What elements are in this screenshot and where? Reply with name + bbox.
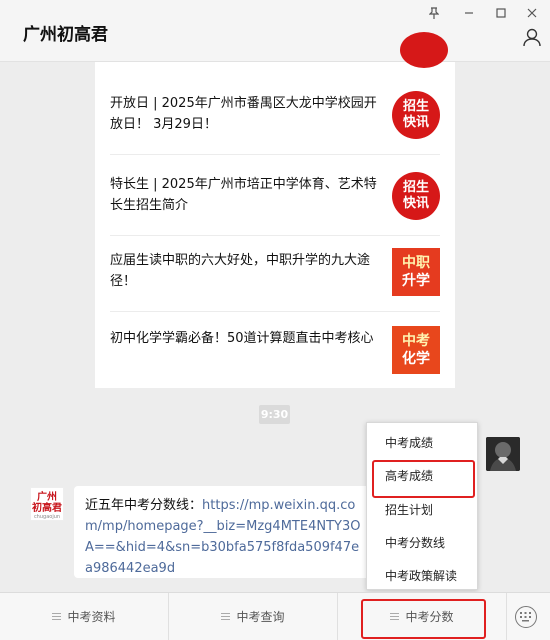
thumbnail-text: 招生 <box>402 99 429 114</box>
menu-lines-icon <box>221 613 231 620</box>
menu-lines-icon <box>52 613 62 620</box>
close-icon[interactable] <box>521 4 543 22</box>
minimize-icon[interactable] <box>458 4 480 22</box>
avatar-text: 广州 <box>37 492 57 503</box>
article-thumbnail: 中考 化学 <box>392 326 440 374</box>
menu-item-enrollment-plan[interactable]: 招生计划 <box>367 494 477 527</box>
tab-zhongkao-query[interactable]: 中考查询 <box>169 593 337 640</box>
article-title: 开放日 | 2025年广州市番禺区大龙中学校园开放日！ 3月29日！ <box>110 96 377 132</box>
tab-zhongkao-materials[interactable]: 中考资料 <box>0 593 168 640</box>
pin-icon[interactable] <box>423 4 445 22</box>
thumbnail-text: 升学 <box>402 273 430 289</box>
article-thumbnail: 招生 快讯 <box>392 91 440 139</box>
account-avatar[interactable]: 广州 初高君 chugaojun <box>30 487 64 521</box>
title-bar: 广州初高君 <box>0 0 550 62</box>
article-title: 应届生读中职的六大好处，中职升学的九大途径！ <box>110 253 371 289</box>
thumbnail-text: 化学 <box>402 351 430 367</box>
menu-item-zhongkao-scores[interactable]: 中考成绩 <box>367 427 477 460</box>
timestamp-badge: 9:30 <box>259 405 290 424</box>
article-thumbnail: 中职 升学 <box>392 248 440 296</box>
tab-label: 中考资料 <box>67 610 116 624</box>
tab-label: 中考查询 <box>236 610 285 624</box>
menu-item-cutoff-scores[interactable]: 中考分数线 <box>367 527 477 560</box>
article-thumbnail: 招生 快讯 <box>392 172 440 220</box>
bottom-menu-bar: 中考资料 中考查询 中考分数 <box>0 592 550 640</box>
article-list-card: 开放日 | 2025年广州市番禺区大龙中学校园开放日！ 3月29日！ 招生 快讯… <box>95 32 455 390</box>
article-item[interactable]: 特长生 | 2025年广州市培正中学体育、艺术特长生招生简介 招生 快讯 <box>110 158 440 236</box>
tab-popup-menu: 中考成绩 高考成绩 招生计划 中考分数线 中考政策解读 <box>366 422 478 590</box>
article-item[interactable]: 开放日 | 2025年广州市番禺区大龙中学校园开放日！ 3月29日！ 招生 快讯 <box>110 77 440 155</box>
maximize-icon[interactable] <box>490 4 512 22</box>
tab-zhongkao-scores[interactable]: 中考分数 <box>338 593 506 640</box>
thumbnail-text: 中职 <box>402 255 430 271</box>
avatar-subtext: chugaojun <box>33 514 61 520</box>
chat-message-bubble: 近五年中考分数线：https://mp.weixin.qq.com/mp/hom… <box>74 486 374 578</box>
user-avatar[interactable] <box>486 437 520 471</box>
thumbnail-text: 快讯 <box>402 115 429 130</box>
article-thumbnail-cut <box>400 32 448 68</box>
menu-item-policy-interpretation[interactable]: 中考政策解读 <box>367 560 477 593</box>
user-profile-icon[interactable] <box>522 27 542 47</box>
keyboard-toggle-icon[interactable] <box>515 606 537 628</box>
menu-lines-icon <box>390 613 400 620</box>
thumbnail-text: 快讯 <box>402 196 429 211</box>
message-text: 近五年中考分数线： <box>85 498 203 513</box>
chat-title: 广州初高君 <box>23 25 108 45</box>
tab-divider <box>506 593 507 640</box>
article-item[interactable]: 应届生读中职的六大好处，中职升学的九大途径！ 中职 升学 <box>110 234 440 312</box>
thumbnail-text: 中考 <box>402 333 430 349</box>
article-title: 初中化学学霸必备！50道计算题直击中考核心 <box>110 331 374 346</box>
avatar-text: 初高君 <box>32 503 62 514</box>
tab-label: 中考分数 <box>405 610 454 624</box>
menu-item-gaokao-scores[interactable]: 高考成绩 <box>367 460 477 498</box>
article-title: 特长生 | 2025年广州市培正中学体育、艺术特长生招生简介 <box>110 177 377 213</box>
thumbnail-text: 招生 <box>402 180 429 195</box>
article-item[interactable]: 初中化学学霸必备！50道计算题直击中考核心 中考 化学 <box>110 312 440 390</box>
